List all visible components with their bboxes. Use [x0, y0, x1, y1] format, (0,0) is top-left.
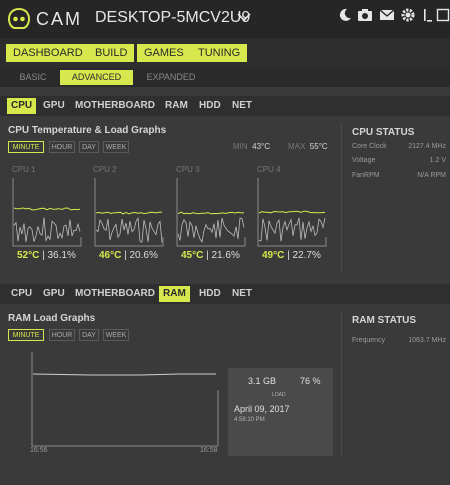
ram-graphs-title: RAM Load Graphs	[8, 313, 96, 324]
cpu1-graph	[12, 178, 82, 247]
ram-range-day[interactable]: DAY	[79, 329, 99, 341]
cpu-status-divider	[341, 123, 342, 273]
ram-tab-motherboard[interactable]: MOTHERBOARD	[71, 286, 159, 302]
frequency-value: 1063.7 MHz	[408, 337, 446, 344]
subtab-advanced[interactable]: ADVANCED	[60, 70, 133, 85]
fanrpm-value: N/A RPM	[417, 172, 446, 179]
cpu1-label: CPU 1	[12, 165, 36, 174]
ram-date: April 09, 2017	[234, 404, 290, 414]
core-clock-value: 2127.4 MHz	[408, 143, 446, 150]
cpu-range-minute[interactable]: MINUTE	[8, 141, 44, 153]
chevron-down-icon[interactable]	[236, 10, 252, 24]
cpu4-label: CPU 4	[257, 165, 281, 174]
ram-range-minute[interactable]: MINUTE	[8, 329, 44, 341]
cpu-tab-motherboard[interactable]: MOTHERBOARD	[71, 98, 159, 114]
moon-icon[interactable]	[337, 7, 353, 23]
ram-range-week[interactable]: WEEK	[103, 329, 129, 341]
voltage-label: Voltage	[352, 157, 376, 164]
ram-tab-hdd[interactable]: HDD	[195, 286, 225, 302]
cpu-status-title: CPU STATUS	[352, 127, 415, 138]
cpu1-readout: 52°C | 36.1%	[17, 250, 76, 261]
cpu-tab-cpu[interactable]: CPU	[7, 98, 37, 114]
ram-tab-gpu[interactable]: GPU	[39, 286, 69, 302]
maximize-icon[interactable]	[436, 7, 450, 23]
camera-icon[interactable]	[357, 7, 373, 23]
voltage-value: 1.2 V	[429, 157, 446, 164]
cpu2-label: CPU 2	[93, 165, 117, 174]
cam-logo-icon	[7, 7, 31, 29]
cpu-tab-net[interactable]: NET	[228, 98, 256, 114]
ram-x-start: 16:56	[30, 447, 48, 454]
cpu-max-readout: MAX 55°C	[288, 142, 328, 151]
ram-percent: 76 %	[300, 376, 321, 386]
cpu2-readout: 46°C | 20.6%	[99, 250, 158, 261]
brand-name: CAM	[36, 9, 82, 29]
ram-used: 3.1 GB	[248, 376, 277, 386]
cpu-tab-hdd[interactable]: HDD	[195, 98, 225, 114]
minimize-icon[interactable]	[418, 7, 434, 23]
ram-graph	[31, 352, 219, 447]
tab-games[interactable]: GAMES	[137, 44, 191, 62]
ram-status-title: RAM STATUS	[352, 315, 417, 326]
ram-range-hour[interactable]: HOUR	[49, 329, 75, 341]
mail-icon[interactable]	[379, 7, 395, 23]
cpu3-graph	[176, 178, 246, 247]
ram-tab-cpu[interactable]: CPU	[7, 286, 36, 302]
cpu3-readout: 45°C | 21.6%	[181, 250, 240, 261]
cpu-tab-gpu[interactable]: GPU	[39, 98, 69, 114]
ram-tab-ram[interactable]: RAM	[159, 286, 190, 302]
cpu-range-day[interactable]: DAY	[79, 141, 99, 153]
cpu-min-readout: MIN 43°C	[233, 142, 270, 151]
cpu4-readout: 49°C | 22.7%	[262, 250, 321, 261]
cpu2-graph	[94, 178, 164, 247]
subtab-basic[interactable]: BASIC	[14, 70, 52, 85]
ram-x-end: 16:58	[200, 447, 218, 454]
cpu-graphs-title: CPU Temperature & Load Graphs	[8, 125, 167, 136]
cpu-tab-ram[interactable]: RAM	[161, 98, 192, 114]
ram-time: 4:58:10 PM	[234, 417, 265, 423]
device-name[interactable]: DESKTOP-5MCV2U9	[95, 9, 250, 27]
fanrpm-label: FanRPM	[352, 172, 380, 179]
ram-load-label: LOAD	[272, 392, 286, 398]
cpu-range-week[interactable]: WEEK	[103, 141, 129, 153]
gear-icon[interactable]	[400, 7, 416, 23]
cpu3-label: CPU 3	[176, 165, 200, 174]
cpu4-graph	[257, 178, 327, 247]
tab-tuning[interactable]: TUNING	[191, 44, 248, 62]
ram-status-divider	[341, 312, 342, 457]
ram-tab-net[interactable]: NET	[228, 286, 256, 302]
cpu-range-hour[interactable]: HOUR	[49, 141, 75, 153]
tab-dashboard[interactable]: DASHBOARD	[6, 44, 90, 62]
tab-build[interactable]: BUILD	[88, 44, 135, 62]
subtab-expanded[interactable]: EXPANDED	[140, 70, 202, 85]
